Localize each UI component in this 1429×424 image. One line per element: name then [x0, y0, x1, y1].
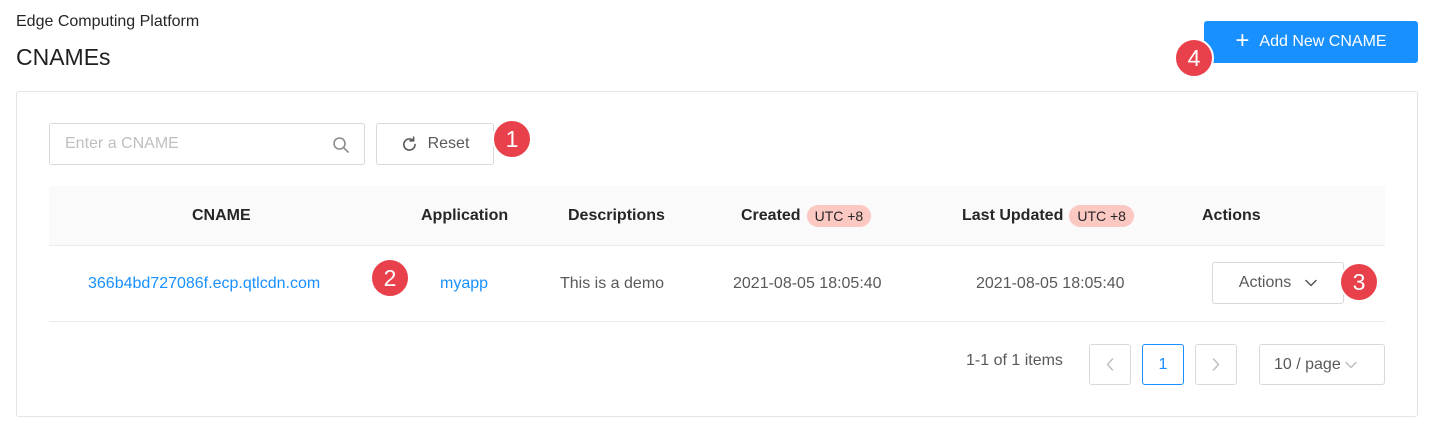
- column-header-last-updated: Last Updated UTC +8: [962, 186, 1134, 246]
- actions-label: Actions: [1238, 274, 1292, 291]
- chevron-right-icon: [1212, 358, 1220, 371]
- column-header-created: Created UTC +8: [741, 186, 872, 246]
- application-link[interactable]: myapp: [440, 246, 488, 322]
- column-header-cname: CNAME: [192, 207, 251, 224]
- search-input[interactable]: [50, 124, 310, 164]
- column-header-last-updated-label: Last Updated: [962, 207, 1064, 224]
- callout-marker-4: 4: [1174, 38, 1214, 78]
- cname-link[interactable]: 366b4bd727086f.ecp.qtlcdn.com: [88, 246, 320, 322]
- chevron-down-icon: [1305, 279, 1317, 287]
- reset-label: Reset: [427, 135, 470, 152]
- reset-button[interactable]: Reset: [376, 123, 494, 165]
- page-size-value: 10 / page: [1274, 355, 1341, 373]
- plus-icon: +: [1235, 26, 1250, 54]
- search-icon[interactable]: [332, 136, 350, 154]
- last-updated-cell: 2021-08-05 18:05:40: [976, 275, 1125, 292]
- reload-icon: [402, 135, 416, 151]
- page-size-select[interactable]: 10 / page: [1259, 344, 1385, 385]
- column-header-application: Application: [421, 207, 509, 224]
- actions-dropdown[interactable]: Actions: [1212, 262, 1344, 304]
- previous-page-button[interactable]: [1089, 344, 1131, 385]
- search-field[interactable]: [49, 123, 365, 165]
- timezone-badge: UTC +8: [1069, 205, 1134, 227]
- callout-marker-1: 1: [492, 119, 532, 159]
- next-page-button[interactable]: [1195, 344, 1237, 385]
- created-cell: 2021-08-05 18:05:40: [733, 275, 882, 292]
- table-header: CNAME Application Descriptions Created U…: [49, 186, 1385, 246]
- description-cell: This is a demo: [560, 275, 665, 292]
- pagination-total: 1-1 of 1 items: [966, 352, 1063, 369]
- timezone-badge: UTC +8: [806, 205, 872, 227]
- add-new-cname-label: Add New CNAME: [1259, 33, 1387, 50]
- page-title: CNAMEs: [16, 44, 111, 70]
- breadcrumb: Edge Computing Platform: [16, 13, 200, 30]
- column-header-descriptions: Descriptions: [568, 207, 665, 224]
- column-header-actions: Actions: [1202, 207, 1261, 224]
- column-header-created-label: Created: [741, 207, 801, 224]
- chevron-left-icon: [1106, 358, 1114, 371]
- chevron-down-icon: [1344, 361, 1357, 368]
- add-new-cname-button[interactable]: + Add New CNAME: [1204, 21, 1418, 63]
- callout-marker-3: 3: [1339, 262, 1379, 302]
- callout-marker-2: 2: [370, 258, 410, 298]
- page-number-button[interactable]: 1: [1142, 344, 1184, 385]
- table-row: 366b4bd727086f.ecp.qtlcdn.com myapp This…: [49, 246, 1385, 322]
